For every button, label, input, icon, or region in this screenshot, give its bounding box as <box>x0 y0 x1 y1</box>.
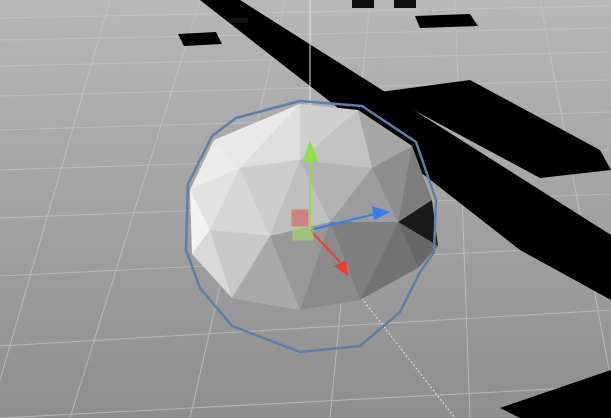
xy-plane-handle[interactable] <box>291 209 309 227</box>
scene-canvas[interactable] <box>0 0 611 418</box>
xz-plane-handle[interactable] <box>292 227 314 241</box>
scene-view[interactable] <box>0 0 611 418</box>
